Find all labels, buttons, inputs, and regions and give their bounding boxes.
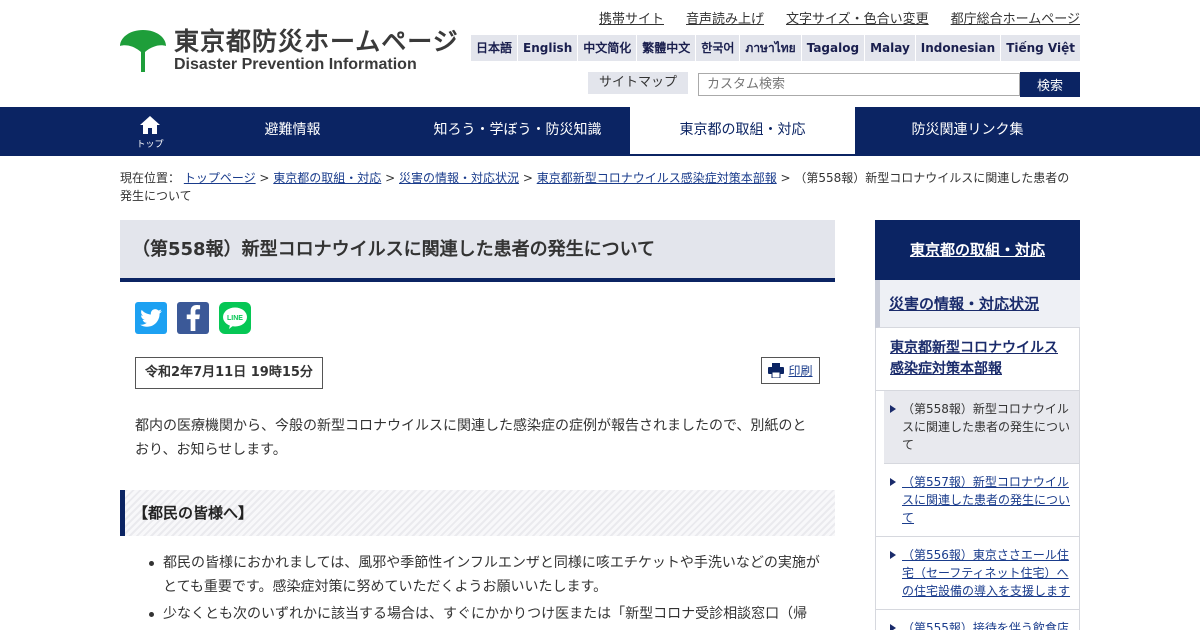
ginkgo-logo-icon bbox=[120, 30, 166, 72]
search-input[interactable] bbox=[698, 73, 1020, 96]
logo-title-jp: 東京都防災ホームページ bbox=[174, 27, 459, 56]
voice-reading-link[interactable]: 音声読み上げ bbox=[686, 8, 764, 27]
language-bar: 日本語 English 中文简化 繁體中文 한국어 ภาษาไทย Tagalo… bbox=[470, 35, 1080, 61]
nav-tokyo-initiatives[interactable]: 東京都の取組・対応 bbox=[630, 107, 855, 156]
lang-vietnamese[interactable]: Tiếng Việt bbox=[1001, 35, 1080, 61]
nav-related-links[interactable]: 防災関連リンク集 bbox=[855, 107, 1080, 156]
lang-chinese-simplified[interactable]: 中文简化 bbox=[578, 35, 637, 61]
breadcrumb: 現在位置： トップページ > 東京都の取組・対応 > 災害の情報・対応状況 > … bbox=[120, 171, 1070, 203]
svg-text:LINE: LINE bbox=[227, 315, 243, 322]
breadcrumb-prefix: 現在位置： bbox=[120, 171, 181, 185]
sidebar-item-link[interactable]: （第555報）接待を伴う飲食店 bbox=[902, 621, 1069, 630]
lang-japanese[interactable]: 日本語 bbox=[470, 35, 517, 61]
sidebar-head[interactable]: 東京都の取組・対応 bbox=[875, 220, 1080, 280]
section-heading: 【都民の皆様へ】 bbox=[120, 490, 835, 536]
search-button[interactable]: 検索 bbox=[1020, 72, 1080, 97]
sidebar: 東京都の取組・対応 災害の情報・対応状況 東京都新型コロナウイルス感染症対策本部… bbox=[875, 220, 1080, 630]
sitemap-button[interactable]: サイトマップ bbox=[588, 72, 688, 94]
list-item: 少なくとも次のいずれかに該当する場合は、すぐにかかりつけ医または「新型コロナ受診… bbox=[149, 602, 823, 626]
sidebar-items: （第558報）新型コロナウイルスに関連した患者の発生について （第557報）新型… bbox=[875, 391, 1080, 630]
mobile-site-link[interactable]: 携帯サイト bbox=[599, 8, 664, 27]
facebook-share-icon[interactable] bbox=[177, 302, 209, 334]
sidebar-item[interactable]: （第557報）新型コロナウイルスに関連した患者の発生について bbox=[876, 464, 1079, 537]
notice-list: 都民の皆様におかれましては、風邪や季節性インフルエンザと同様に咳エチケットや手洗… bbox=[149, 551, 823, 629]
share-buttons: LINE bbox=[135, 302, 251, 334]
utility-links: 携帯サイト 音声読み上げ 文字サイズ・色合い変更 都庁総合ホームページ bbox=[599, 8, 1080, 27]
print-label: 印刷 bbox=[788, 364, 813, 378]
breadcrumb-covid-hq[interactable]: 東京都新型コロナウイルス感染症対策本部報 bbox=[537, 171, 777, 185]
line-share-icon[interactable]: LINE bbox=[219, 302, 251, 334]
breadcrumb-initiatives[interactable]: 東京都の取組・対応 bbox=[273, 171, 381, 185]
lang-korean[interactable]: 한국어 bbox=[696, 35, 740, 61]
breadcrumb-disaster-status[interactable]: 災害の情報・対応状況 bbox=[399, 171, 519, 185]
page-title: （第558報）新型コロナウイルスに関連した患者の発生について bbox=[120, 220, 835, 282]
printer-icon bbox=[768, 363, 785, 378]
metro-gov-home-link[interactable]: 都庁総合ホームページ bbox=[951, 8, 1080, 27]
sidebar-item-link[interactable]: （第557報）新型コロナウイルスに関連した患者の発生について bbox=[902, 475, 1070, 525]
nav-home[interactable]: トップ bbox=[120, 107, 180, 156]
home-icon bbox=[140, 116, 160, 134]
twitter-share-icon[interactable] bbox=[135, 302, 167, 334]
site-logo[interactable]: 東京都防災ホームページ Disaster Prevention Informat… bbox=[120, 28, 459, 74]
lang-indonesian[interactable]: Indonesian bbox=[915, 35, 1001, 61]
logo-title-en: Disaster Prevention Information bbox=[174, 56, 417, 73]
lead-paragraph: 都内の医療機関から、今般の新型コロナウイルスに関連した感染症の症例が報告されまし… bbox=[135, 418, 807, 458]
lang-chinese-traditional[interactable]: 繁體中文 bbox=[637, 35, 696, 61]
nav-home-label: トップ bbox=[136, 140, 164, 150]
publish-date: 令和2年7月11日 19時15分 bbox=[135, 357, 323, 389]
print-button[interactable]: 印刷 bbox=[761, 357, 820, 384]
sidebar-item-current: （第558報）新型コロナウイルスに関連した患者の発生について bbox=[884, 391, 1079, 464]
site-header: 東京都防災ホームページ Disaster Prevention Informat… bbox=[0, 0, 1200, 107]
list-item: 都民の皆様におかれましては、風邪や季節性インフルエンザと同様に咳エチケットや手洗… bbox=[149, 551, 823, 599]
sidebar-item[interactable]: （第556報）東京ささエール住宅（セーフティネット住宅）への住宅設備の導入を支援… bbox=[876, 537, 1079, 610]
breadcrumb-top[interactable]: トップページ bbox=[184, 171, 256, 185]
sidebar-item[interactable]: （第555報）接待を伴う飲食店 bbox=[876, 610, 1079, 630]
lang-english[interactable]: English bbox=[518, 35, 578, 61]
sidebar-disaster-status[interactable]: 災害の情報・対応状況 bbox=[875, 280, 1080, 328]
lang-thai[interactable]: ภาษาไทย bbox=[740, 35, 801, 61]
global-nav: トップ 避難情報 知ろう・学ぼう・防災知識 東京都の取組・対応 防災関連リンク集 bbox=[0, 107, 1200, 156]
nav-evacuation-info[interactable]: 避難情報 bbox=[180, 107, 405, 156]
text-size-color-link[interactable]: 文字サイズ・色合い変更 bbox=[786, 8, 929, 27]
sidebar-item-link[interactable]: （第556報）東京ささエール住宅（セーフティネット住宅）への住宅設備の導入を支援… bbox=[902, 548, 1070, 598]
nav-disaster-knowledge[interactable]: 知ろう・学ぼう・防災知識 bbox=[405, 107, 630, 156]
lang-malay[interactable]: Malay bbox=[865, 35, 915, 61]
sidebar-covid-hq[interactable]: 東京都新型コロナウイルス感染症対策本部報 bbox=[875, 328, 1080, 391]
lang-tagalog[interactable]: Tagalog bbox=[801, 35, 865, 61]
